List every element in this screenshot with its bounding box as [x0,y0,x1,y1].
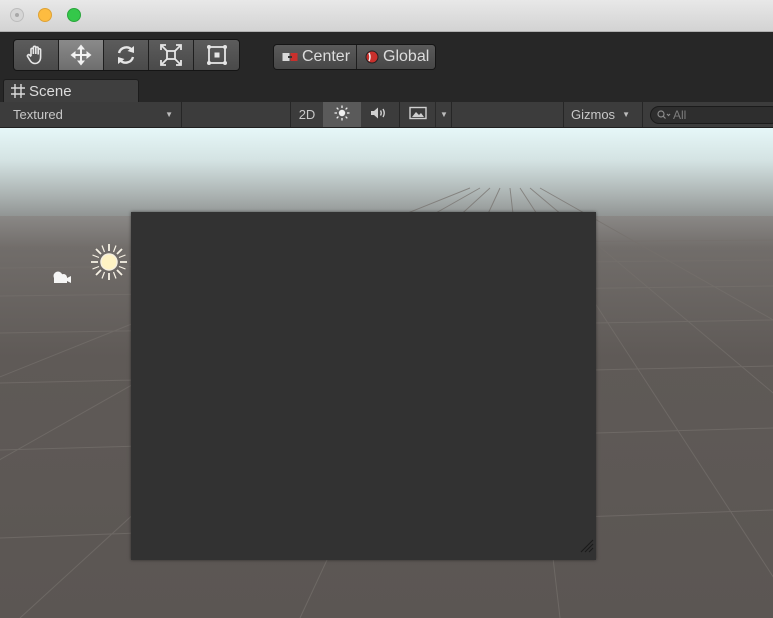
pivot-rotation-label: Global [383,48,430,65]
transform-tools [13,39,240,71]
tab-bar: Scene [0,77,773,102]
hierarchy-search-input[interactable]: All [650,106,773,124]
tab-scene-label: Scene [29,82,72,100]
move-icon [69,43,93,67]
rotate-tool-button[interactable] [104,40,149,70]
ui-canvas-panel[interactable] [131,212,596,560]
minimize-window-button[interactable] [38,8,52,22]
main-toolbar: Center Global [0,32,773,77]
divider [642,102,643,127]
scene-control-bar: Textured ▼ 2D ▼ Gizmos ▼ All [0,102,773,128]
maximize-window-button[interactable] [67,8,81,22]
scale-icon [159,43,183,67]
sun-icon [334,105,350,124]
2d-toggle-button[interactable]: 2D [291,102,323,127]
window-titlebar [0,0,773,32]
hand-icon [24,43,48,67]
divider [451,102,452,127]
draw-mode-label: Textured [13,107,63,122]
pivot-mode-button[interactable]: Center [274,45,357,69]
scale-tool-button[interactable] [149,40,194,70]
search-icon [657,110,671,120]
chevron-down-icon: ▼ [165,110,173,119]
speaker-icon [370,106,388,123]
rotate-icon [114,43,138,67]
image-icon [409,106,427,123]
pivot-center-icon [282,51,298,63]
close-window-button[interactable] [10,8,24,22]
camera-gizmo-icon[interactable] [49,268,73,291]
scene-effects-dropdown[interactable]: ▼ [401,102,451,127]
chevron-down-icon: ▼ [440,110,448,119]
tab-scene[interactable]: Scene [3,79,139,102]
grid-icon [10,83,26,99]
chevron-down-icon: ▼ [622,110,630,119]
rect-tool-button[interactable] [194,40,239,70]
pivot-mode-label: Center [302,48,351,65]
hand-tool-button[interactable] [14,40,59,70]
divider [181,102,182,127]
2d-toggle-label: 2D [298,107,316,122]
scene-lighting-toggle[interactable] [323,102,361,127]
scene-audio-toggle[interactable] [361,102,397,127]
divider [435,102,436,127]
scene-viewport[interactable] [0,128,773,618]
gizmos-dropdown[interactable]: Gizmos ▼ [564,102,642,127]
rect-tool-icon [205,43,229,67]
move-tool-button[interactable] [59,40,104,70]
gizmos-label: Gizmos [571,107,616,122]
pivot-controls: Center Global [273,44,437,70]
search-placeholder: All [673,108,687,122]
directional-light-gizmo-icon[interactable] [89,242,129,287]
resize-grip-icon[interactable] [578,537,594,558]
globe-icon [365,50,379,64]
divider [399,102,400,127]
pivot-rotation-button[interactable]: Global [356,45,436,69]
draw-mode-dropdown[interactable]: Textured ▼ [0,102,181,127]
